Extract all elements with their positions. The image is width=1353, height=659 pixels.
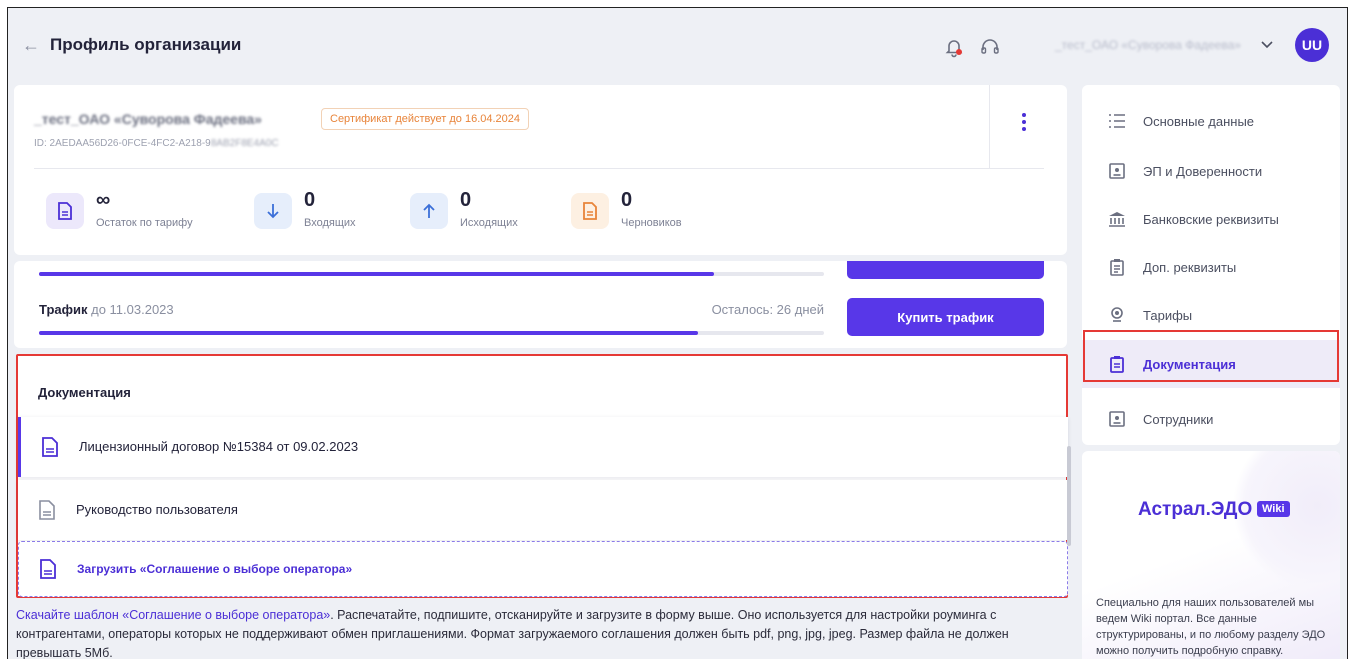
organization-name: _тест_ОАО «Суворова Фадеева»: [34, 111, 262, 127]
arrow-down-icon: [254, 193, 292, 229]
scrollbar[interactable]: [1067, 446, 1071, 546]
traffic-progress-bar: [39, 331, 824, 335]
stat-label: Исходящих: [460, 217, 518, 229]
page-title: Профиль организации: [50, 35, 242, 54]
sidebar-item-bank-details[interactable]: Банковские реквизиты: [1082, 195, 1340, 243]
stat-label: Остаток по тарифу: [96, 217, 193, 229]
traffic-label: Трафик до 11.03.2023: [39, 302, 174, 317]
sidebar-item-extra-details[interactable]: Доп. реквизиты: [1082, 243, 1340, 291]
profile-sidebar: Основные данные ЭП и Доверенности Банков…: [1082, 85, 1340, 445]
stat-label: Входящих: [304, 217, 356, 229]
decorative-circle: [1232, 451, 1340, 591]
user-avatar[interactable]: UU: [1295, 28, 1329, 62]
wiki-badge: Wiki: [1257, 501, 1290, 517]
sidebar-item-employees[interactable]: Сотрудники: [1082, 395, 1340, 443]
certificate-badge: Сертификат действует до 16.04.2024: [321, 108, 530, 130]
document-label: Руководство пользователя: [76, 502, 238, 517]
organization-card: _тест_ОАО «Суворова Фадеева» ID: 2AEDAA5…: [14, 85, 1067, 255]
list-icon: [1109, 114, 1125, 128]
organization-id: ID: 2AEDAA56D26-0FCE-4FC2-A218-98AB2F8E4…: [34, 138, 279, 149]
draft-icon: [571, 193, 609, 229]
app-window: ← Профиль организации _тест_ОАО «Суворов…: [7, 7, 1348, 659]
wiki-promo[interactable]: Астрал.ЭДО Wiki Специально для наших пол…: [1082, 451, 1340, 659]
stat-label: Черновиков: [621, 217, 682, 229]
arrow-up-icon: [410, 193, 448, 229]
stat-value: 0: [621, 189, 633, 211]
upload-agreement-button[interactable]: Загрузить «Соглашение о выборе оператора…: [18, 541, 1068, 597]
badge-icon: [1111, 307, 1123, 322]
document-icon: [39, 500, 55, 520]
stat-value: 0: [304, 189, 316, 211]
wiki-description: Специально для наших пользователей мы ве…: [1096, 597, 1326, 657]
document-icon: [46, 193, 84, 229]
traffic-card: Трафик до 11.03.2023 Осталось: 26 дней К…: [14, 261, 1067, 348]
wiki-title: Астрал.ЭДО: [1138, 499, 1253, 520]
organization-selector[interactable]: _тест_ОАО «Суворова Фадеева»: [1055, 38, 1241, 52]
buy-traffic-button[interactable]: Купить трафик: [847, 298, 1044, 336]
upload-label: Загрузить «Соглашение о выборе оператора…: [77, 562, 353, 576]
documentation-section: Документация Лицензионный договор №15384…: [16, 354, 1071, 598]
document-item-manual[interactable]: Руководство пользователя: [18, 480, 1068, 540]
stat-value: ∞: [96, 189, 111, 211]
support-headset-icon[interactable]: [979, 36, 1001, 58]
document-label: Лицензионный договор №15384 от 09.02.202…: [79, 439, 359, 454]
traffic-remaining: Осталось: 26 дней: [711, 302, 824, 317]
previous-progress-bar: [39, 272, 824, 276]
back-arrow-icon[interactable]: ←: [22, 35, 40, 56]
documentation-title: Документация: [38, 385, 131, 400]
id-card-icon: [1109, 163, 1125, 179]
id-card-icon: [1109, 411, 1125, 427]
clipboard-icon: [1110, 259, 1124, 276]
previous-action-button[interactable]: [847, 261, 1044, 279]
document-icon: [42, 437, 58, 457]
upload-note: Скачайте шаблон «Соглашение о выборе опе…: [16, 608, 1009, 659]
document-icon: [40, 559, 56, 579]
stat-value: 0: [460, 189, 472, 211]
notification-bell-icon[interactable]: [943, 36, 965, 58]
sidebar-item-main-data[interactable]: Основные данные: [1082, 97, 1340, 145]
traffic-progress-fill: [39, 331, 699, 335]
document-item-license[interactable]: Лицензионный договор №15384 от 09.02.202…: [18, 417, 1068, 477]
bank-icon: [1109, 212, 1125, 227]
divider: [34, 168, 1044, 169]
top-bar: ← Профиль организации _тест_ОАО «Суворов…: [8, 8, 1347, 84]
chevron-down-icon[interactable]: [1260, 39, 1274, 51]
download-template-link[interactable]: Скачайте шаблон «Соглашение о выборе опе…: [16, 608, 330, 622]
more-options-icon[interactable]: [1014, 113, 1034, 133]
sidebar-item-signatures[interactable]: ЭП и Доверенности: [1082, 147, 1340, 195]
highlight-box: [1083, 330, 1339, 382]
divider: [989, 85, 990, 168]
